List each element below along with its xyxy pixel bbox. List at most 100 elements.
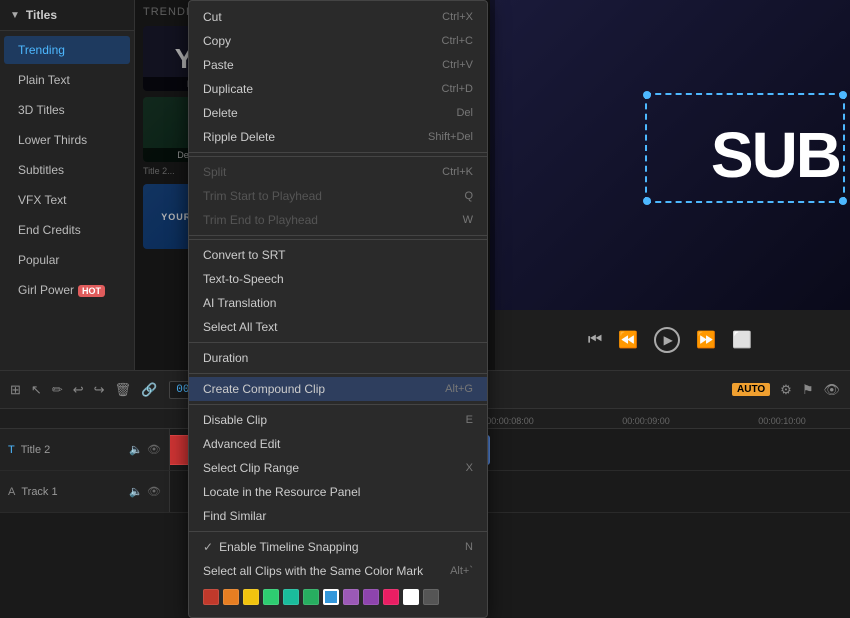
menu-item-select-all-text[interactable]: Select All Text [189, 315, 487, 339]
menu-item-find-similar[interactable]: Find Similar [189, 504, 487, 528]
track-controls-2: 🔈 👁 [129, 485, 161, 498]
sidebar-item-girl-power[interactable]: Girl PowerHOT [4, 276, 130, 304]
menu-item-advanced-edit[interactable]: Advanced Edit [189, 432, 487, 456]
sidebar-item-trending[interactable]: Trending [4, 36, 130, 64]
color-swatch-5[interactable] [303, 589, 319, 605]
menu-item-label-select-all-text: Select All Text [203, 320, 277, 334]
color-swatch-11[interactable] [423, 589, 439, 605]
eye-icon[interactable]: 👁 [823, 382, 840, 398]
menu-separator-convert-srt [189, 239, 487, 240]
menu-item-locate-resource[interactable]: Locate in the Resource Panel [189, 480, 487, 504]
menu-item-paste[interactable]: PasteCtrl+V [189, 53, 487, 77]
sidebar-items-list: TrendingPlain Text3D TitlesLower ThirdsS… [0, 31, 134, 309]
menu-item-select-color-mark[interactable]: Select all Clips with the Same Color Mar… [189, 559, 487, 583]
settings-icon[interactable]: ⚙ [780, 382, 792, 398]
fullscreen-btn[interactable]: ⬜ [732, 330, 752, 350]
color-swatch-8[interactable] [363, 589, 379, 605]
sidebar-title: Titles [26, 8, 57, 22]
menu-item-label-create-compound: Create Compound Clip [203, 382, 325, 396]
menu-item-label-enable-snapping: Enable Timeline Snapping [219, 540, 358, 554]
menu-item-text-to-speech[interactable]: Text-to-Speech [189, 267, 487, 291]
sidebar-item-end-credits[interactable]: End Credits [4, 216, 130, 244]
preview-area: SUB ⏮ ⏪ ▶ ⏩ ⬜ [490, 0, 850, 370]
color-swatch-10[interactable] [403, 589, 419, 605]
select-icon[interactable]: ↖ [31, 382, 42, 398]
color-swatch-9[interactable] [383, 589, 399, 605]
sidebar-item-3d-titles[interactable]: 3D Titles [4, 96, 130, 124]
menu-item-label-ripple-delete: Ripple Delete [203, 130, 275, 144]
menu-item-label-delete: Delete [203, 106, 238, 120]
track-header-2: A Track 1 🔈 👁 [0, 471, 170, 512]
lock-track-btn[interactable]: 👁 [147, 443, 161, 456]
menu-item-select-clip-range[interactable]: Select Clip RangeX [189, 456, 487, 480]
ruler-mark-3: 00:00:09:00 [578, 416, 714, 426]
pen-icon[interactable]: ✏ [52, 382, 63, 398]
menu-shortcut-enable-snapping: N [465, 541, 473, 553]
color-swatch-1[interactable] [223, 589, 239, 605]
color-swatch-7[interactable] [343, 589, 359, 605]
menu-separator-enable-snapping [189, 531, 487, 532]
trash-icon[interactable]: 🗑 [115, 382, 132, 398]
color-swatches [189, 583, 487, 613]
color-swatch-2[interactable] [243, 589, 259, 605]
menu-item-label-find-similar: Find Similar [203, 509, 266, 523]
preview-sub-text: SUB [711, 118, 840, 192]
menu-item-duration[interactable]: Duration [189, 346, 487, 370]
color-swatch-6[interactable] [323, 589, 339, 605]
lock-track-2-btn[interactable]: 👁 [147, 485, 161, 498]
track-header-title: T Title 2 🔈 👁 [0, 429, 170, 470]
color-swatch-3[interactable] [263, 589, 279, 605]
menu-item-label-cut: Cut [203, 10, 222, 24]
skip-back-btn[interactable]: ⏮ [588, 331, 602, 349]
menu-item-cut[interactable]: Cut Ctrl+X [189, 5, 487, 29]
menu-item-disable-clip[interactable]: Disable ClipE [189, 408, 487, 432]
menu-item-enable-snapping[interactable]: ✓Enable Timeline SnappingN [189, 535, 487, 559]
menu-shortcut-delete: Del [456, 107, 473, 119]
flag-icon[interactable]: ⚑ [802, 382, 814, 398]
menu-shortcut-select-color-mark: Alt+` [450, 565, 473, 577]
next-frame-btn[interactable]: ⏩ [696, 330, 716, 350]
menu-item-create-compound[interactable]: Create Compound ClipAlt+G [189, 377, 487, 401]
menu-item-label-select-color-mark: Select all Clips with the Same Color Mar… [203, 564, 423, 578]
color-swatch-0[interactable] [203, 589, 219, 605]
sidebar-item-popular[interactable]: Popular [4, 246, 130, 274]
sidebar-item-subtitles[interactable]: Subtitles [4, 156, 130, 184]
play-btn[interactable]: ▶ [654, 327, 680, 353]
sidebar-item-vfx-text[interactable]: VFX Text [4, 186, 130, 214]
menu-separator-create-compound [189, 373, 487, 374]
playback-controls: AUTO ⚙ ⚑ 👁 [732, 382, 840, 398]
menu-item-duplicate[interactable]: DuplicateCtrl+D [189, 77, 487, 101]
menu-item-label-duration: Duration [203, 351, 248, 365]
sidebar-item-lower-thirds[interactable]: Lower Thirds [4, 126, 130, 154]
menu-item-label-trim-start: Trim Start to Playhead [203, 189, 322, 203]
color-swatch-4[interactable] [283, 589, 299, 605]
mute-track-2-btn[interactable]: 🔈 [129, 485, 143, 498]
menu-item-ripple-delete[interactable]: Ripple DeleteShift+Del [189, 125, 487, 149]
menu-separator-split [189, 156, 487, 157]
mute-track-btn[interactable]: 🔈 [129, 443, 143, 456]
menu-item-ai-translation[interactable]: AI Translation [189, 291, 487, 315]
menu-item-delete[interactable]: Delete Del [189, 101, 487, 125]
menu-item-label-advanced-edit: Advanced Edit [203, 437, 280, 451]
menu-item-label-ai-translation: AI Translation [203, 296, 276, 310]
menu-item-convert-srt[interactable]: Convert to SRT [189, 243, 487, 267]
menu-item-copy[interactable]: CopyCtrl+C [189, 29, 487, 53]
track-name-title: Title 2 [21, 444, 51, 456]
menu-shortcut-select-clip-range: X [466, 462, 473, 474]
link-icon[interactable]: 🔗 [141, 382, 157, 398]
preview-inner: SUB [490, 0, 850, 310]
menu-separator-duration [189, 342, 487, 343]
sidebar-item-plain-text[interactable]: Plain Text [4, 66, 130, 94]
track-controls: 🔈 👁 [129, 443, 161, 456]
menu-sep-after-trim-end [189, 235, 487, 236]
undo-icon[interactable]: ↩ [73, 382, 84, 398]
sidebar-collapse-icon[interactable]: ▼ [10, 10, 20, 21]
ruler-mark-4: 00:00:10:00 [714, 416, 850, 426]
menu-item-label-locate-resource: Locate in the Resource Panel [203, 485, 360, 499]
menu-item-label-disable-clip: Disable Clip [203, 413, 267, 427]
redo-icon[interactable]: ↪ [94, 382, 105, 398]
menu-item-label-text-to-speech: Text-to-Speech [203, 272, 284, 286]
menu-shortcut-cut: Ctrl+X [442, 11, 473, 23]
grid-icon[interactable]: ⊞ [10, 382, 21, 398]
prev-frame-btn[interactable]: ⏪ [618, 330, 638, 350]
